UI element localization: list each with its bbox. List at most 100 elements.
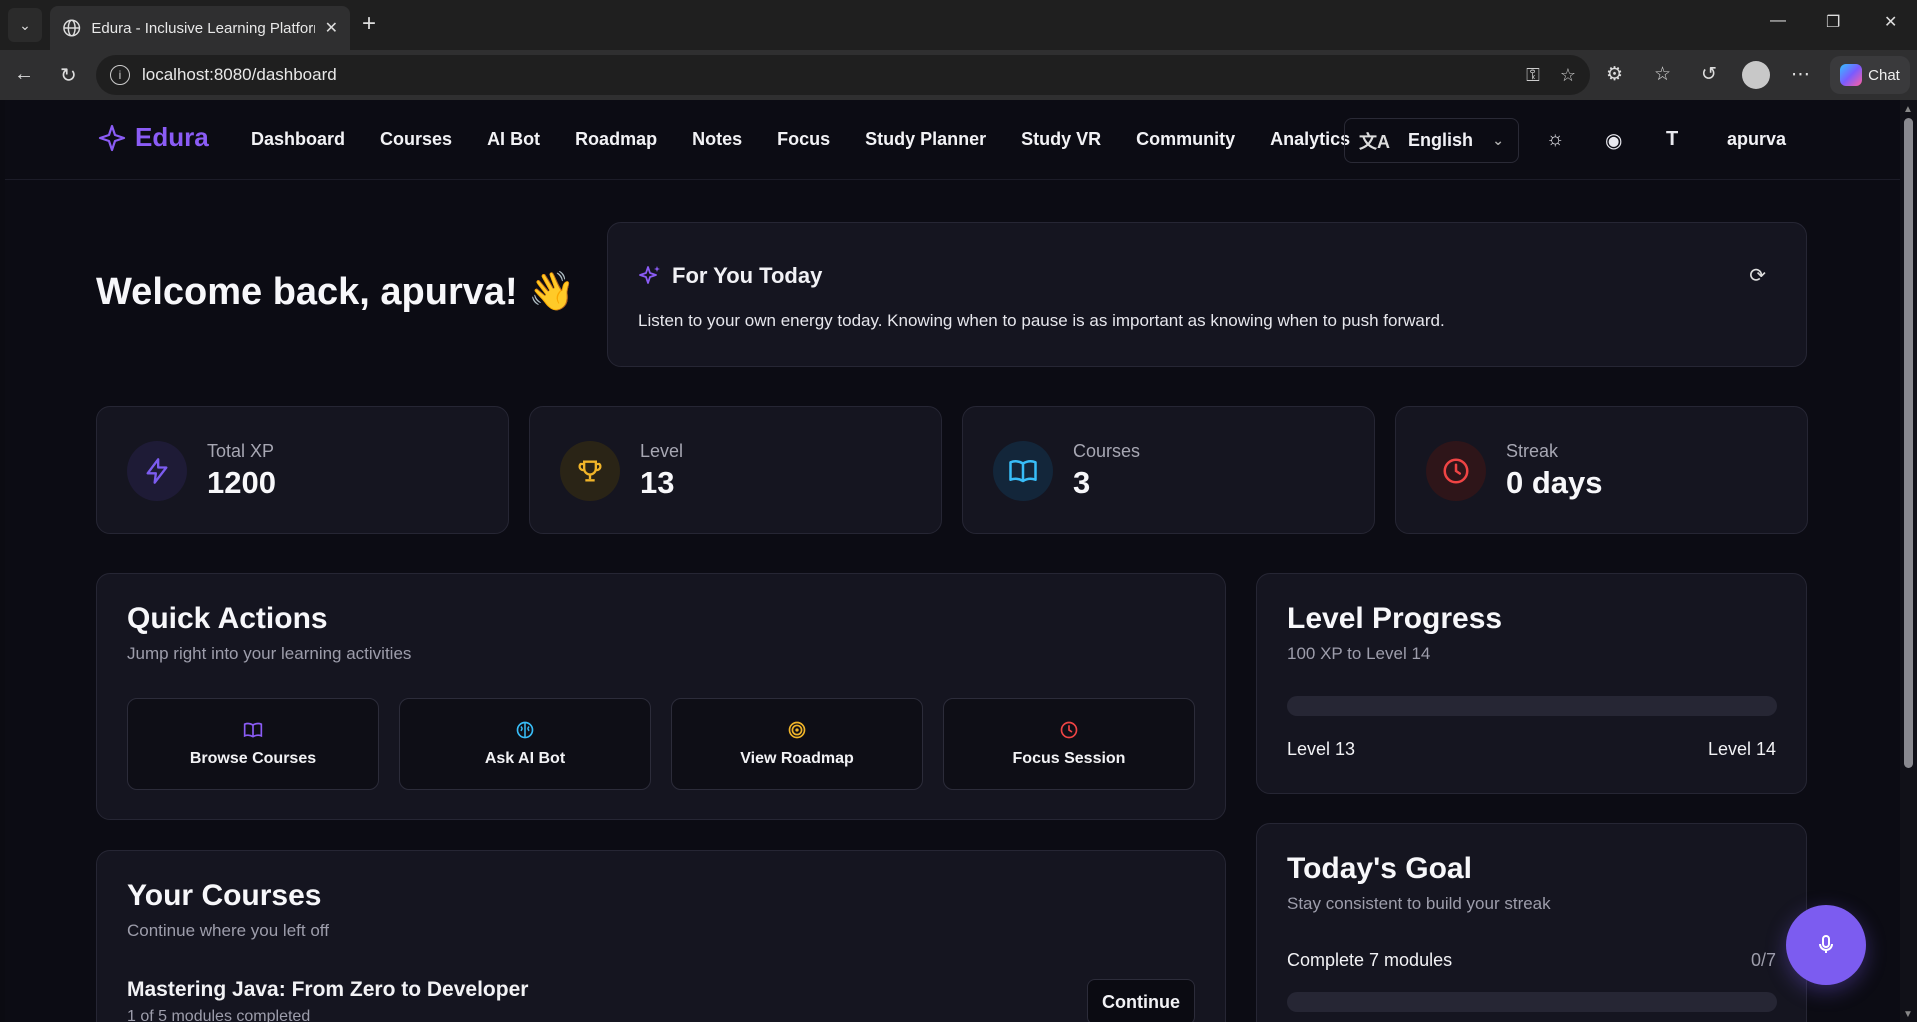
goal-task: Complete 7 modules: [1287, 950, 1453, 970]
browser-tab-bar: ⌄ Edura - Inclusive Learning Platform ✕ …: [0, 0, 1917, 50]
stat-label: Streak: [1506, 441, 1559, 461]
page-viewport: Edura Dashboard Courses AI Bot Roadmap N…: [5, 100, 1900, 1022]
trophy-icon: [560, 441, 620, 501]
key-icon[interactable]: ⚿: [1526, 65, 1540, 86]
url-text: localhost:8080/dashboard: [142, 65, 337, 84]
panel-title: Your Courses: [127, 879, 322, 912]
goal-count: 0/7: [1750, 950, 1776, 970]
book-icon: [243, 722, 263, 738]
close-window-icon[interactable]: ✕: [1884, 12, 1897, 32]
panel-title: Today's Goal: [1287, 852, 1472, 885]
back-icon[interactable]: ←: [14, 63, 34, 86]
refresh-icon[interactable]: ⟳: [1749, 263, 1766, 288]
nav-focus[interactable]: Focus: [777, 129, 830, 150]
sparkles-icon: [639, 266, 660, 284]
course-name[interactable]: Mastering Java: From Zero to Developer: [127, 978, 528, 1002]
current-level-label: Level 13: [1287, 739, 1356, 759]
for-you-message: Listen to your own energy today. Knowing…: [638, 311, 1445, 330]
focus-session-button[interactable]: Focus Session: [943, 698, 1195, 790]
user-menu[interactable]: apurva: [1727, 129, 1786, 150]
scrollbar-thumb[interactable]: [1904, 118, 1913, 768]
copilot-icon: [1840, 64, 1863, 86]
panel-subtitle: Stay consistent to build your streak: [1287, 894, 1551, 913]
stat-label: Level: [640, 441, 684, 461]
page-scrollbar[interactable]: ▲ ▼: [1900, 100, 1917, 1022]
app-header: Edura Dashboard Courses AI Bot Roadmap N…: [5, 100, 1900, 180]
welcome-heading: Welcome back, apurva! 👋: [96, 271, 576, 313]
nav-courses[interactable]: Courses: [380, 129, 452, 150]
your-courses-panel: Your Courses Continue where you left off…: [96, 850, 1226, 1022]
nav-dashboard[interactable]: Dashboard: [251, 129, 345, 150]
stat-card-streak: Streak 0 days: [1395, 406, 1808, 534]
nav-analytics[interactable]: Analytics: [1270, 129, 1350, 150]
favorites-icon[interactable]: ☆: [1654, 63, 1671, 86]
button-label: Ask AI Bot: [484, 750, 566, 767]
panel-subtitle: Jump right into your learning activities: [127, 644, 412, 663]
nav-study-vr[interactable]: Study VR: [1021, 129, 1101, 150]
stat-value: 1200: [207, 465, 276, 500]
clock-icon: [1060, 721, 1078, 739]
copilot-chat-button[interactable]: Chat: [1830, 56, 1910, 94]
goal-progress-bar: [1287, 992, 1777, 1012]
button-label: View Roadmap: [740, 750, 854, 767]
text-size-icon[interactable]: T: [1666, 128, 1678, 151]
view-roadmap-button[interactable]: View Roadmap: [671, 698, 923, 790]
sun-icon[interactable]: ☼: [1546, 128, 1564, 151]
voice-assistant-button[interactable]: [1786, 905, 1866, 985]
brand-name: Edura: [135, 122, 209, 152]
tab-list-button[interactable]: ⌄: [8, 8, 42, 42]
nav-ai-bot[interactable]: AI Bot: [487, 129, 540, 150]
button-label: Browse Courses: [189, 750, 317, 767]
continue-button[interactable]: Continue: [1087, 979, 1195, 1022]
nav-notes[interactable]: Notes: [692, 129, 742, 150]
history-icon[interactable]: ↺: [1701, 63, 1717, 86]
reload-icon[interactable]: ↻: [60, 63, 77, 88]
panel-title: Quick Actions: [127, 602, 328, 635]
nav-community[interactable]: Community: [1136, 129, 1235, 150]
extensions-icon[interactable]: ⚙: [1606, 63, 1623, 86]
sparkle-logo-icon: [98, 124, 126, 151]
stat-card-courses: Courses 3: [962, 406, 1375, 534]
book-open-icon: [993, 441, 1053, 501]
stat-value: 0 days: [1506, 465, 1603, 500]
stat-label: Total XP: [207, 441, 275, 461]
browser-tab[interactable]: Edura - Inclusive Learning Platform ✕: [50, 6, 350, 50]
stat-label: Courses: [1073, 441, 1141, 461]
lightning-icon: [127, 441, 187, 501]
scroll-up-arrow[interactable]: ▲: [1903, 104, 1913, 115]
course-progress-text: 1 of 5 modules completed: [127, 1008, 311, 1022]
todays-goal-panel: Today's Goal Stay consistent to build yo…: [1256, 823, 1807, 1022]
restore-icon[interactable]: ❐: [1826, 12, 1840, 32]
stat-card-total-xp: Total XP 1200: [96, 406, 509, 534]
more-menu-icon[interactable]: ⋯: [1791, 63, 1810, 86]
close-tab-icon[interactable]: ✕: [325, 18, 338, 38]
main-nav: Dashboard Courses AI Bot Roadmap Notes F…: [251, 129, 1350, 150]
stat-card-level: Level 13: [529, 406, 942, 534]
site-info-icon[interactable]: i: [110, 65, 130, 85]
target-icon: [788, 721, 806, 739]
language-select[interactable]: 文A English ⌄: [1344, 118, 1519, 163]
minimize-icon[interactable]: —: [1770, 12, 1786, 30]
quick-actions-panel: Quick Actions Jump right into your learn…: [96, 573, 1226, 820]
level-progress-panel: Level Progress 100 XP to Level 14 Level …: [1256, 573, 1807, 794]
browse-courses-button[interactable]: Browse Courses: [127, 698, 379, 790]
new-tab-button[interactable]: +: [362, 12, 376, 36]
nav-study-planner[interactable]: Study Planner: [865, 129, 986, 150]
brand-logo[interactable]: Edura: [97, 122, 209, 153]
profile-avatar[interactable]: [1742, 61, 1770, 89]
microphone-icon: [1819, 935, 1833, 953]
eye-icon[interactable]: ◉: [1605, 128, 1622, 153]
panel-title: Level Progress: [1287, 602, 1503, 635]
panel-subtitle: Continue where you left off: [127, 921, 329, 940]
address-bar[interactable]: i localhost:8080/dashboard ⚿ ☆: [96, 55, 1590, 95]
chevron-down-icon: ⌄: [1492, 132, 1504, 148]
level-progress-bar: [1287, 696, 1777, 716]
scroll-down-arrow[interactable]: ▼: [1903, 1009, 1913, 1020]
brain-icon: [516, 721, 534, 739]
stat-value: 3: [1073, 465, 1091, 500]
language-value: English: [1408, 130, 1474, 150]
ask-ai-bot-button[interactable]: Ask AI Bot: [399, 698, 651, 790]
favorite-star-icon[interactable]: ☆: [1560, 65, 1576, 86]
chat-label: Chat: [1868, 66, 1900, 84]
nav-roadmap[interactable]: Roadmap: [575, 129, 657, 150]
